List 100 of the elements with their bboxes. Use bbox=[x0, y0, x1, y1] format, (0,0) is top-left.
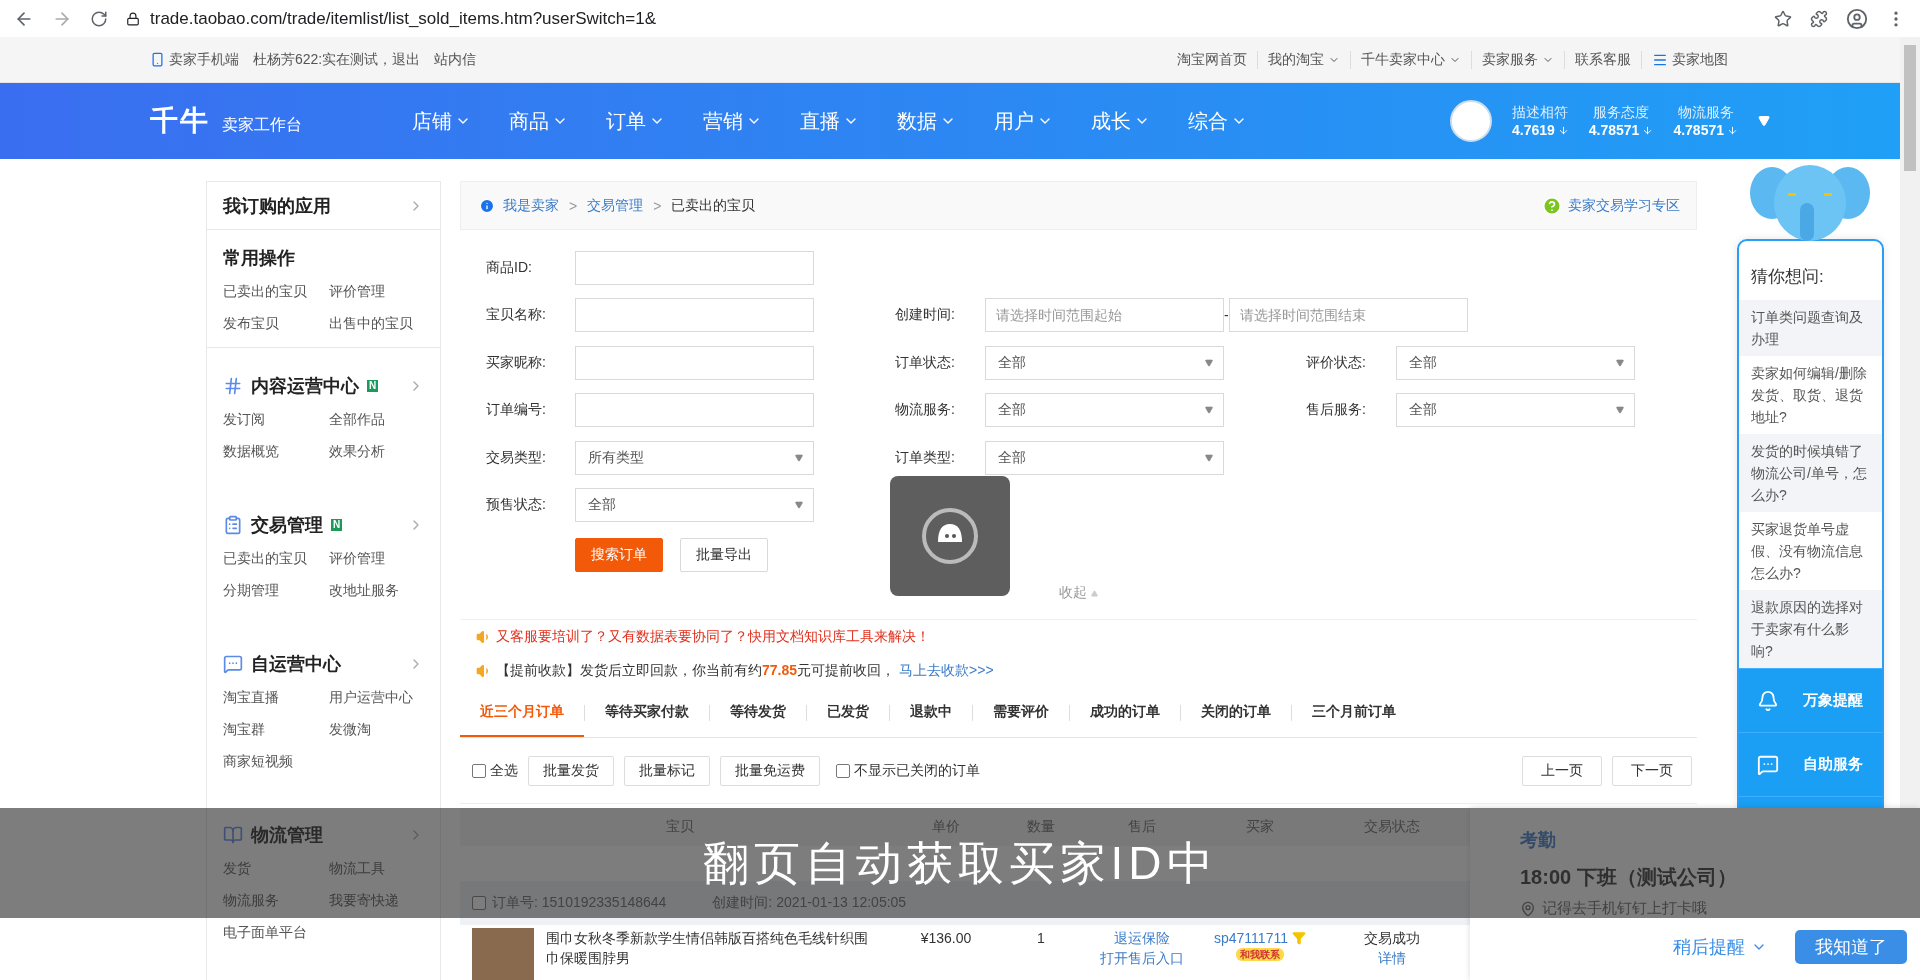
sidebar-title[interactable]: 物流管理 bbox=[251, 823, 323, 847]
rating-label: 服务态度 bbox=[1593, 104, 1650, 122]
phone-icon bbox=[150, 52, 165, 67]
select-field[interactable]: 全部 bbox=[985, 440, 1224, 475]
order-tab[interactable]: 退款中 bbox=[890, 688, 972, 737]
sidebar-item[interactable]: 发微淘 bbox=[329, 721, 439, 739]
export-button[interactable]: 批量导出 bbox=[680, 538, 768, 572]
help-question[interactable]: 退款原因的选择对于卖家有什么影响? bbox=[1739, 590, 1882, 668]
product-title[interactable]: 围巾女秋冬季新款学生情侣韩版百搭纯色毛线针织围巾保暖围脖男 bbox=[546, 928, 876, 968]
order-tab[interactable]: 等待发货 bbox=[710, 688, 806, 737]
nav-item[interactable]: 店铺 bbox=[412, 107, 452, 135]
sidebar-item[interactable]: 评价管理 bbox=[329, 550, 439, 568]
select-field[interactable]: 全部 bbox=[985, 393, 1224, 428]
select-field[interactable]: 全部 bbox=[575, 488, 814, 523]
sidebar-item[interactable]: 分期管理 bbox=[223, 582, 329, 600]
bookmark-star-icon[interactable] bbox=[1774, 9, 1792, 28]
top-link[interactable]: 卖家地图 bbox=[1672, 50, 1728, 69]
date-field[interactable]: 请选择时间范围结束 bbox=[1228, 298, 1468, 333]
book-icon bbox=[223, 825, 243, 845]
sidebar-title[interactable]: 交易管理 bbox=[251, 513, 323, 537]
top-link[interactable]: 站内信 bbox=[434, 50, 477, 69]
text-field[interactable] bbox=[575, 345, 814, 380]
logo-text[interactable]: 千牛 bbox=[150, 102, 210, 140]
breadcrumb-link[interactable]: 交易管理 bbox=[587, 196, 644, 215]
sidebar-title[interactable]: 内容运营中心 bbox=[251, 374, 359, 398]
help-question[interactable]: 订单类问题查询及办理 bbox=[1739, 300, 1882, 356]
breadcrumb-link[interactable]: 已卖出的宝贝 bbox=[671, 196, 756, 215]
text-field[interactable] bbox=[575, 393, 814, 428]
nav-item[interactable]: 商品 bbox=[509, 107, 549, 135]
sidebar-item[interactable]: 发订阅 bbox=[223, 411, 329, 429]
help-question[interactable]: 卖家如何编辑/删除发货、取货、退货地址? bbox=[1739, 356, 1882, 434]
sidebar-item[interactable]: 淘宝直播 bbox=[223, 689, 329, 707]
url-text[interactable]: trade.taobao.com/trade/itemlist/list_sold_items.htm?userSwitch=1& bbox=[150, 8, 656, 29]
order-tab[interactable]: 关闭的订单 bbox=[1181, 688, 1291, 737]
date-field[interactable]: 请选择时间范围起始 bbox=[985, 298, 1224, 333]
help-link[interactable]: 卖家交易学习专区 bbox=[1568, 196, 1680, 215]
select-field[interactable]: 全部 bbox=[985, 345, 1224, 380]
contact-badge[interactable]: 和我联系 bbox=[1236, 948, 1284, 961]
sidebar-item[interactable]: 效果分析 bbox=[329, 443, 439, 461]
checkbox[interactable] bbox=[472, 763, 486, 778]
checkbox[interactable] bbox=[472, 896, 486, 910]
order-tab[interactable]: 三个月前订单 bbox=[1292, 688, 1416, 737]
sidebar-item[interactable]: 发布宝贝 bbox=[223, 315, 329, 333]
pager-button[interactable]: 上一页 bbox=[1522, 755, 1602, 786]
sidebar-item[interactable]: 商家短视频 bbox=[223, 753, 329, 771]
nav-item[interactable]: 营销 bbox=[703, 107, 743, 135]
order-tab[interactable]: 需要评价 bbox=[973, 688, 1069, 737]
sidebar-item[interactable]: 淘宝群 bbox=[223, 721, 329, 739]
order-tab[interactable]: 已发货 bbox=[807, 688, 889, 737]
select-field[interactable]: 全部 bbox=[1396, 393, 1635, 428]
sidebar-title[interactable]: 常用操作 bbox=[223, 246, 295, 270]
text-field[interactable] bbox=[575, 298, 814, 333]
sidebar-item[interactable]: 改地址服务 bbox=[329, 582, 439, 600]
sidebar-item[interactable]: 用户运营中心 bbox=[329, 689, 439, 707]
avatar[interactable] bbox=[1449, 100, 1492, 142]
text-field[interactable] bbox=[575, 250, 814, 285]
notice-text: 【提前收款】发货后立即回款，你当前有约77.85元可提前收回， bbox=[496, 662, 896, 680]
top-link[interactable]: 卖家服务 bbox=[1482, 50, 1538, 69]
select-field[interactable]: 全部 bbox=[1396, 345, 1635, 380]
batch-button[interactable]: 批量免运费 bbox=[720, 755, 820, 786]
top-link[interactable]: 联系客服 bbox=[1575, 50, 1631, 69]
sidebar-item[interactable]: 电子面单平台 bbox=[223, 924, 329, 942]
select-field[interactable]: 所有类型 bbox=[575, 440, 814, 475]
sidebar-item[interactable]: 已卖出的宝贝 bbox=[223, 283, 329, 301]
sidebar-item[interactable]: 全部作品 bbox=[329, 411, 439, 429]
sidebar-item[interactable]: 数据概览 bbox=[223, 443, 329, 461]
detail-link[interactable]: 详情 bbox=[1377, 948, 1406, 968]
sidebar-item[interactable]: 出售中的宝贝 bbox=[329, 315, 439, 333]
top-link[interactable]: 卖家手机端 bbox=[169, 50, 239, 69]
pager-button[interactable]: 下一页 bbox=[1612, 755, 1692, 786]
checkbox[interactable] bbox=[836, 763, 850, 778]
sidebar-title[interactable]: 自运营中心 bbox=[251, 652, 341, 676]
sidebar-item[interactable]: 评价管理 bbox=[329, 283, 439, 301]
help-question[interactable]: 买家退货单号虚假、没有物流信息怎么办? bbox=[1739, 512, 1882, 590]
help-question[interactable]: 发货的时候填错了物流公司/单号，怎么办? bbox=[1739, 434, 1882, 512]
extensions-icon[interactable] bbox=[1810, 9, 1828, 28]
remind-later-button[interactable]: 稍后提醒 bbox=[1667, 934, 1773, 960]
profile-icon[interactable] bbox=[1846, 7, 1868, 30]
after-sale-link[interactable]: 退运保险 bbox=[1114, 928, 1170, 948]
sidebar-item[interactable]: 已卖出的宝贝 bbox=[223, 550, 329, 568]
after-sale-link[interactable]: 打开售后入口 bbox=[1100, 948, 1184, 968]
reload-icon[interactable] bbox=[90, 9, 108, 28]
nav-item[interactable]: 数据 bbox=[897, 107, 937, 135]
batch-button[interactable]: 批量发货 bbox=[528, 755, 614, 786]
range-separator: - bbox=[1224, 307, 1229, 324]
top-link[interactable]: 我的淘宝 bbox=[1268, 50, 1324, 69]
top-link[interactable]: 杜杨芳622:实在测试，退出 bbox=[253, 50, 421, 69]
nav-item[interactable]: 用户 bbox=[994, 107, 1034, 135]
top-link[interactable]: 千牛卖家中心 bbox=[1361, 50, 1445, 69]
buyer-link[interactable]: sp47111711 bbox=[1214, 928, 1288, 948]
order-tab[interactable]: 等待买家付款 bbox=[585, 688, 709, 737]
order-tab[interactable]: 成功的订单 bbox=[1070, 688, 1180, 737]
nav-item[interactable]: 直播 bbox=[800, 107, 840, 135]
collect-link[interactable]: 马上去收款>>> bbox=[899, 662, 994, 680]
breadcrumb-link[interactable]: 我是卖家 bbox=[503, 196, 559, 215]
sidebar-title[interactable]: 我订购的应用 bbox=[223, 193, 331, 218]
top-link[interactable]: 淘宝网首页 bbox=[1177, 50, 1247, 69]
nav-item[interactable]: 订单 bbox=[606, 107, 646, 135]
batch-button[interactable]: 批量标记 bbox=[624, 755, 710, 786]
field-label: 订单类型: bbox=[895, 448, 956, 467]
